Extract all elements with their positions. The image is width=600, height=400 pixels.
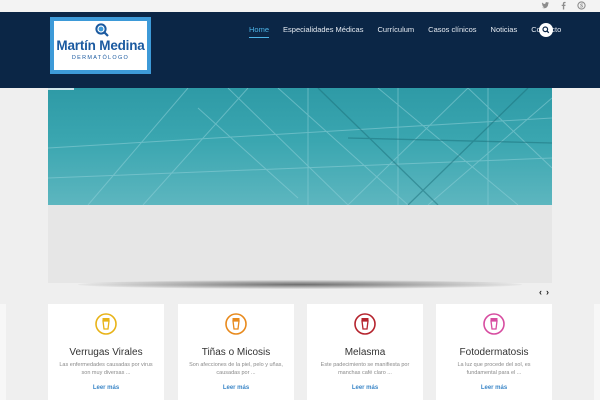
slide-image [48, 88, 552, 205]
card-excerpt: Son afecciones de la piel, pelo y uñas, … [189, 362, 283, 376]
logo-plate: Martín Medina DERMATÓLOGO [54, 21, 147, 70]
service-card[interactable]: Verrugas Virales Las enfermedades causad… [48, 304, 164, 400]
nav-home[interactable]: Home [249, 24, 270, 38]
twitter-icon[interactable] [541, 1, 550, 10]
tube-icon [95, 313, 117, 335]
glass-building-graphic [48, 88, 552, 205]
tube-icon [483, 313, 505, 335]
service-card[interactable]: Melasma Este padecimiento se manifiesta … [307, 304, 423, 400]
nav-casos-clinicos[interactable]: Casos clínicos [428, 24, 476, 34]
card-excerpt: Este padecimiento se manifiesta por manc… [320, 362, 410, 376]
card-excerpt: Las enfermedades causadas por virus son … [59, 362, 153, 376]
card-title: Fotodermatosis [459, 347, 529, 358]
card-edge-right [594, 304, 600, 400]
service-card[interactable]: Tiñas o Micosis Son afecciones de la pie… [178, 304, 294, 400]
logo-name: Martín Medina [56, 38, 145, 53]
card-title: Verrugas Virales [69, 347, 143, 358]
tube-icon [354, 313, 376, 335]
slider-next-button[interactable]: › [546, 288, 549, 297]
card-edge-left [0, 304, 6, 400]
read-more-link[interactable]: Leer más [307, 385, 423, 391]
card-title: Tiñas o Micosis [201, 347, 271, 358]
slider-arrows: ‹ › [539, 288, 549, 297]
main-navigation: Home Especialidades Médicas Currículum C… [249, 24, 575, 38]
slider-shadow [78, 280, 522, 289]
card-title: Melasma [344, 347, 386, 358]
social-links [541, 1, 586, 10]
slider-prev-button[interactable]: ‹ [539, 288, 542, 297]
skype-icon[interactable] [577, 1, 586, 10]
hero-slider [48, 88, 552, 283]
nav-noticias[interactable]: Noticias [491, 24, 518, 34]
site-header: Martín Medina DERMATÓLOGO Home Especiali… [0, 12, 600, 88]
logo-subtitle: DERMATÓLOGO [71, 55, 130, 61]
read-more-link[interactable]: Leer más [48, 385, 164, 391]
site-logo[interactable]: Martín Medina DERMATÓLOGO [50, 17, 151, 74]
read-more-link[interactable]: Leer más [436, 385, 552, 391]
read-more-link[interactable]: Leer más [178, 385, 294, 391]
top-social-bar [0, 0, 600, 12]
tube-icon [225, 313, 247, 335]
magnifier-icon [95, 23, 109, 37]
nav-curriculum[interactable]: Currículum [377, 24, 414, 34]
service-card[interactable]: Fotodermatosis La luz que procede del so… [436, 304, 552, 400]
search-icon [542, 26, 550, 34]
card-excerpt: La luz que procede del sol, es fundament… [457, 362, 531, 376]
slide-indicator [48, 88, 74, 90]
facebook-icon[interactable] [559, 1, 568, 10]
search-button[interactable] [539, 23, 553, 37]
nav-especialidades-medicas[interactable]: Especialidades Médicas [283, 24, 363, 34]
